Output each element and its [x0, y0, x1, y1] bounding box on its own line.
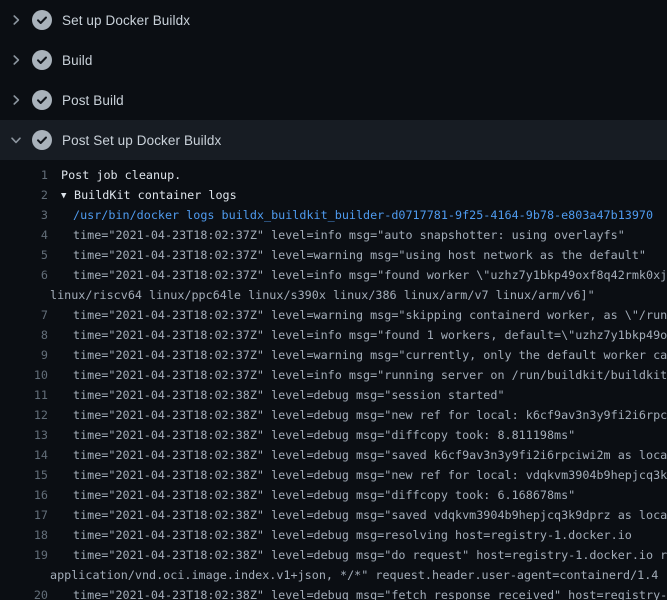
log-line-number[interactable]: 12	[0, 405, 48, 425]
log-line-number[interactable]: 4	[0, 225, 48, 245]
log-line-number[interactable]: 15	[0, 465, 48, 485]
log-line-number[interactable]: 18	[0, 525, 48, 545]
log-line-number[interactable]: 7	[0, 305, 48, 325]
log-line: linux/riscv64 linux/ppc64le linux/s390x …	[0, 285, 667, 305]
log-line-number[interactable]: 11	[0, 385, 48, 405]
log-line-text: Post job cleanup.	[50, 165, 181, 185]
log-line-text: time="2021-04-23T18:02:37Z" level=warnin…	[50, 305, 667, 325]
log-line-text: time="2021-04-23T18:02:38Z" level=debug …	[50, 485, 575, 505]
actions-log-viewer: Set up Docker Buildx Build Post Build Po…	[0, 0, 667, 600]
step-header-set-up-docker-buildx[interactable]: Set up Docker Buildx	[0, 0, 667, 40]
log-line-number[interactable]: 17	[0, 505, 48, 525]
check-circle-icon	[32, 10, 52, 30]
log-line-text: time="2021-04-23T18:02:37Z" level=info m…	[50, 365, 667, 385]
chevron-down-icon	[10, 134, 22, 146]
log-group-toggle-icon[interactable]: ▼	[61, 186, 74, 206]
log-line-number[interactable]: 10	[0, 365, 48, 385]
step-title: Post Set up Docker Buildx	[62, 133, 221, 148]
log-line: 18 time="2021-04-23T18:02:38Z" level=deb…	[0, 525, 667, 545]
log-line: 7 time="2021-04-23T18:02:37Z" level=warn…	[0, 305, 667, 325]
log-line: 8 time="2021-04-23T18:02:37Z" level=info…	[0, 325, 667, 345]
log-line: 13 time="2021-04-23T18:02:38Z" level=deb…	[0, 425, 667, 445]
log-line-text: time="2021-04-23T18:02:38Z" level=debug …	[50, 465, 667, 485]
log-line: 14 time="2021-04-23T18:02:38Z" level=deb…	[0, 445, 667, 465]
log-line-number	[0, 565, 48, 585]
chevron-right-icon	[10, 94, 22, 106]
step-title: Build	[62, 53, 93, 68]
log-line-text: time="2021-04-23T18:02:38Z" level=debug …	[50, 545, 667, 565]
step-header-build[interactable]: Build	[0, 40, 667, 80]
log-line-number	[0, 285, 48, 305]
log-line-text[interactable]: ▼BuildKit container logs	[50, 185, 237, 205]
log-line: 15 time="2021-04-23T18:02:38Z" level=deb…	[0, 465, 667, 485]
log-line-text: time="2021-04-23T18:02:38Z" level=debug …	[50, 525, 632, 545]
log-line-text: time="2021-04-23T18:02:37Z" level=warnin…	[50, 245, 646, 265]
log-line-number[interactable]: 20	[0, 585, 48, 600]
log-line-text: time="2021-04-23T18:02:38Z" level=debug …	[50, 425, 575, 445]
log-line-text: time="2021-04-23T18:02:38Z" level=debug …	[50, 385, 505, 405]
log-line: 9 time="2021-04-23T18:02:37Z" level=warn…	[0, 345, 667, 365]
log-line-text: time="2021-04-23T18:02:37Z" level=info m…	[50, 225, 625, 245]
log-line-number[interactable]: 5	[0, 245, 48, 265]
log-area: 1 Post job cleanup. 2 ▼BuildKit containe…	[0, 160, 667, 600]
log-line: 2 ▼BuildKit container logs	[0, 185, 667, 205]
log-line-number[interactable]: 16	[0, 485, 48, 505]
log-line-text: time="2021-04-23T18:02:37Z" level=info m…	[50, 265, 667, 285]
log-line-text: time="2021-04-23T18:02:38Z" level=debug …	[50, 505, 667, 525]
check-circle-icon	[32, 90, 52, 110]
log-line: application/vnd.oci.image.index.v1+json,…	[0, 565, 667, 585]
check-circle-icon	[32, 130, 52, 150]
chevron-right-icon	[10, 14, 22, 26]
log-line-text: time="2021-04-23T18:02:37Z" level=warnin…	[50, 345, 667, 365]
log-line-number[interactable]: 1	[0, 165, 48, 185]
log-line-number[interactable]: 13	[0, 425, 48, 445]
steps-list: Set up Docker Buildx Build Post Build Po…	[0, 0, 667, 160]
check-circle-icon	[32, 50, 52, 70]
step-header-post-set-up-docker-buildx[interactable]: Post Set up Docker Buildx	[0, 120, 667, 160]
log-line: 3 /usr/bin/docker logs buildx_buildkit_b…	[0, 205, 667, 225]
step-header-post-build[interactable]: Post Build	[0, 80, 667, 120]
log-line: 10 time="2021-04-23T18:02:37Z" level=inf…	[0, 365, 667, 385]
step-title: Set up Docker Buildx	[62, 13, 190, 28]
log-line-text: time="2021-04-23T18:02:38Z" level=debug …	[50, 445, 667, 465]
log-line: 20 time="2021-04-23T18:02:38Z" level=deb…	[0, 585, 667, 600]
log-line-number[interactable]: 9	[0, 345, 48, 365]
log-line: 5 time="2021-04-23T18:02:37Z" level=warn…	[0, 245, 667, 265]
log-line-number[interactable]: 14	[0, 445, 48, 465]
log-line-text: /usr/bin/docker logs buildx_buildkit_bui…	[50, 205, 653, 225]
log-line: 11 time="2021-04-23T18:02:38Z" level=deb…	[0, 385, 667, 405]
log-line: 17 time="2021-04-23T18:02:38Z" level=deb…	[0, 505, 667, 525]
log-line-number[interactable]: 3	[0, 205, 48, 225]
log-line: 16 time="2021-04-23T18:02:38Z" level=deb…	[0, 485, 667, 505]
log-line-number[interactable]: 6	[0, 265, 48, 285]
log-line-number[interactable]: 2	[0, 185, 48, 205]
log-line-text: application/vnd.oci.image.index.v1+json,…	[50, 565, 658, 585]
log-line-text: time="2021-04-23T18:02:37Z" level=info m…	[50, 325, 667, 345]
chevron-right-icon	[10, 54, 22, 66]
log-line: 19 time="2021-04-23T18:02:38Z" level=deb…	[0, 545, 667, 565]
log-line: 6 time="2021-04-23T18:02:37Z" level=info…	[0, 265, 667, 285]
log-line: 4 time="2021-04-23T18:02:37Z" level=info…	[0, 225, 667, 245]
step-title: Post Build	[62, 93, 124, 108]
log-line-text: linux/riscv64 linux/ppc64le linux/s390x …	[50, 285, 595, 305]
log-line: 12 time="2021-04-23T18:02:38Z" level=deb…	[0, 405, 667, 425]
log-group-label: BuildKit container logs	[74, 188, 237, 202]
log-line: 1 Post job cleanup.	[0, 165, 667, 185]
log-line-number[interactable]: 19	[0, 545, 48, 565]
log-line-text: time="2021-04-23T18:02:38Z" level=debug …	[50, 585, 667, 600]
log-line-number[interactable]: 8	[0, 325, 48, 345]
log-line-text: time="2021-04-23T18:02:38Z" level=debug …	[50, 405, 667, 425]
